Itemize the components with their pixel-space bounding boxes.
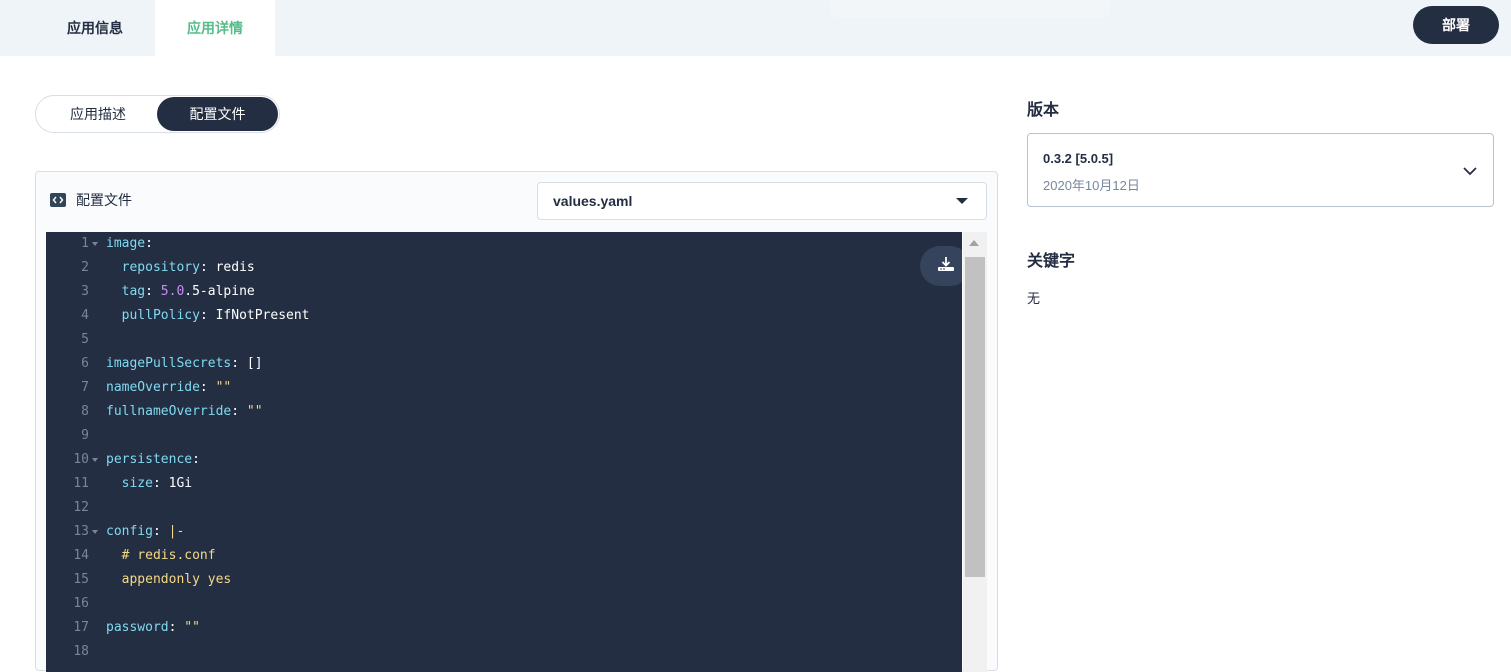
keywords-value: 无 [1027,291,1041,306]
code-line: appendonly yes [106,572,232,587]
segment-config-file[interactable]: 配置文件 [157,97,278,131]
download-button[interactable] [920,246,962,286]
file-select-value: values.yaml [553,193,633,209]
line-number: 8 [81,404,89,419]
fold-arrow-icon[interactable] [92,530,98,534]
code-line: repository: redis [121,260,255,275]
version-date: 2020年10月12日 [1043,178,1140,193]
line-number: 11 [73,476,89,491]
line-number: 9 [81,428,89,443]
code-line: config: |- [106,524,185,539]
top-tab-bar: 应用信息 应用详情 部署 [0,0,1511,56]
scroll-up-arrow-icon[interactable] [969,240,979,246]
line-number: 14 [73,548,89,563]
fold-arrow-icon[interactable] [92,242,98,246]
line-number: 16 [73,596,89,611]
scrollbar-thumb[interactable] [965,257,985,577]
content-segment-control: 应用描述 配置文件 [35,95,280,133]
code-line: tag: 5.0.5-alpine [121,284,255,299]
line-number: 7 [81,380,89,395]
caret-down-icon [956,198,968,204]
version-title: 版本 [1027,102,1060,119]
config-panel-title: 配置文件 [76,192,132,208]
code-editor[interactable]: 1 2 3 4 5 6 7 8 9 10 11 12 13 14 15 16 17 18 image: repos… [46,232,962,672]
tab-app-detail[interactable]: 应用详情 [155,0,275,56]
config-file-panel: 配置文件 values.yaml 1 2 3 4 5 6 7 8 9 10 11 12 13 14 15 16… [35,171,998,672]
line-number: 15 [73,572,89,587]
line-number: 3 [81,284,89,299]
file-code-icon [49,192,67,208]
line-number: 6 [81,356,89,371]
code-line: imagePullSecrets: [] [106,356,263,371]
download-icon [937,255,955,277]
line-number: 2 [81,260,89,275]
line-number: 1 [81,236,89,251]
version-select[interactable]: 0.3.2 [5.0.5] 2020年10月12日 [1027,133,1494,207]
line-number: 5 [81,332,89,347]
version-value: 0.3.2 [5.0.5] [1043,151,1114,166]
editor-scrollbar[interactable] [963,232,987,672]
code-line: persistence: [106,452,200,467]
line-number: 18 [73,644,89,659]
fold-arrow-icon[interactable] [92,458,98,462]
file-select-dropdown[interactable]: values.yaml [537,182,987,220]
code-line: fullnameOverride: "" [106,404,263,419]
tab-app-info[interactable]: 应用信息 [35,0,155,56]
code-line: image: [106,236,153,251]
line-number: 13 [73,524,89,539]
segment-app-description[interactable]: 应用描述 [38,97,158,131]
line-number: 12 [73,500,89,515]
keywords-title: 关键字 [1027,253,1076,270]
code-line: pullPolicy: IfNotPresent [121,308,310,323]
deploy-button[interactable]: 部署 [1413,6,1499,44]
line-number: 17 [73,620,89,635]
line-number: 10 [73,452,89,467]
chevron-down-icon [1462,163,1478,184]
line-number: 4 [81,308,89,323]
code-line: size: 1Gi [121,476,193,491]
code-line: password: "" [106,620,200,635]
header-decoration [830,0,1110,18]
code-line: nameOverride: "" [106,380,232,395]
line-number-gutter: 1 2 3 4 5 6 7 8 9 10 11 12 13 14 15 16 17 18 [46,232,101,672]
config-panel-header: 配置文件 [49,190,132,210]
code-line: # redis.conf [106,548,216,563]
